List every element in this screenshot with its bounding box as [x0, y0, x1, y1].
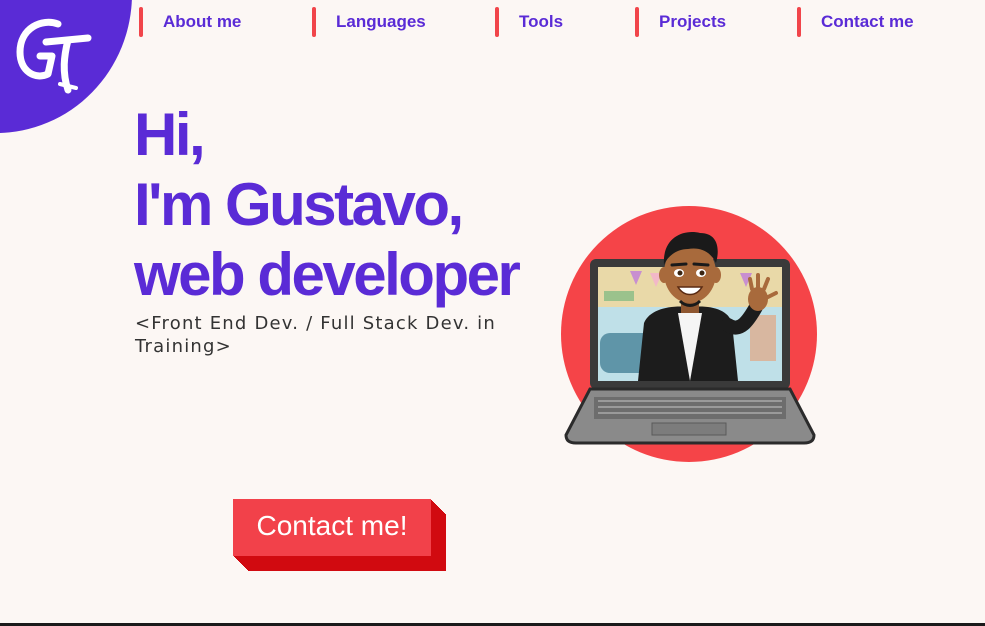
- nav-label: Tools: [519, 12, 564, 31]
- nav-marker: [312, 7, 316, 37]
- avatar-illustration: [560, 203, 820, 473]
- nav-item-projects[interactable]: Projects: [635, 7, 726, 37]
- nav-marker: [495, 7, 499, 37]
- hero-title: Hi, I'm Gustavo, web developer: [134, 100, 521, 310]
- avatar-waving-from-laptop-icon: [561, 206, 817, 462]
- page: About me Languages Tools Projects Contac…: [0, 0, 985, 626]
- nav-label: Contact me: [821, 12, 914, 31]
- nav-item-about-me[interactable]: About me: [139, 7, 241, 37]
- gt-monogram-logo-link[interactable]: [12, 14, 94, 101]
- hero-line-role: web developer: [134, 241, 521, 308]
- nav-marker: [635, 7, 639, 37]
- gt-monogram-logo-icon: [16, 18, 92, 94]
- hero-line-name: I'm Gustavo,: [134, 171, 464, 238]
- nav-marker: [797, 7, 801, 37]
- nav-label: About me: [163, 12, 242, 31]
- contact-me-button[interactable]: Contact me!: [233, 499, 431, 556]
- nav-label: Languages: [336, 12, 426, 31]
- nav-item-tools[interactable]: Tools: [495, 7, 563, 37]
- hero-line-greeting: Hi,: [134, 101, 206, 168]
- nav-marker: [139, 7, 143, 37]
- hero-subtitle: <Front End Dev. / Full Stack Dev. in Tra…: [135, 313, 496, 357]
- nav-item-contact-me[interactable]: Contact me: [797, 7, 914, 37]
- nav-item-languages[interactable]: Languages: [312, 7, 426, 37]
- nav-label: Projects: [659, 12, 727, 31]
- contact-me-button-label: Contact me!: [256, 510, 408, 541]
